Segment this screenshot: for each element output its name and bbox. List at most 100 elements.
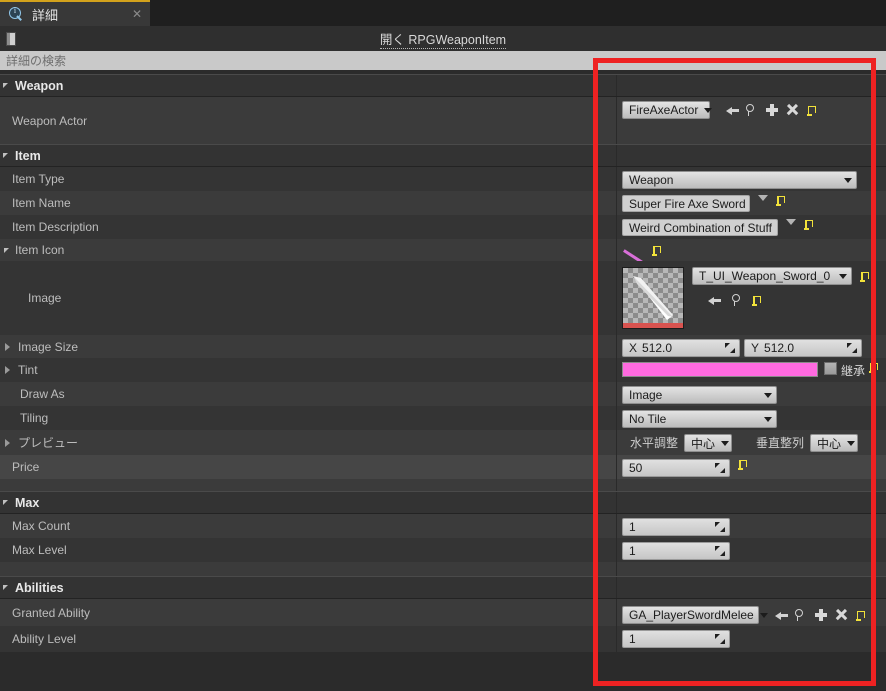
category-header-weapon[interactable]: Weapon [0,74,886,97]
category-header-item[interactable]: Item [0,144,886,167]
clear-x-icon[interactable] [782,101,802,119]
chevron-down-icon[interactable] [4,247,9,253]
chevron-down-icon[interactable] [3,153,8,158]
back-arrow-icon[interactable] [704,291,724,309]
row-label-col: Draw As [0,382,617,406]
category-label-col: Abilities [0,577,617,598]
reset-to-default-icon[interactable] [804,219,815,230]
tab-details[interactable]: 詳細 ✕ [0,0,150,26]
image-size-x-value: 512.0 [642,341,673,355]
browse-magnifier-icon[interactable] [791,606,811,624]
chevron-down-icon[interactable] [3,83,8,88]
chevron-down-icon [839,273,847,279]
category-value-col [617,577,886,598]
item-name-input[interactable]: Super Fire Axe Sword [622,195,750,212]
chevron-right-icon[interactable] [4,366,12,374]
item-description-value: Weird Combination of Stuff [629,220,772,235]
reset-to-default-icon[interactable] [802,101,822,119]
row-label-col: Image [0,261,617,335]
section-spacer [0,562,886,576]
reset-to-default-icon[interactable] [860,271,871,282]
draw-as-value: Image [629,388,663,402]
draw-as-dropdown[interactable]: Image [622,386,777,404]
chevron-right-icon[interactable] [4,342,12,351]
browse-magnifier-icon[interactable] [728,291,748,309]
row-value-col: No Tile [617,406,886,430]
chevron-down-icon[interactable] [3,500,8,505]
spacer-value-col [617,479,886,491]
weapon-actor-picker[interactable]: FireAxeActor [622,101,713,119]
plus-icon[interactable] [762,101,782,119]
row-label-col: Price [0,455,617,479]
horizontal-align-dropdown[interactable]: 中心 [684,434,733,452]
reset-to-default-icon[interactable] [851,606,871,624]
tint-color-swatch[interactable] [622,362,818,377]
plus-icon[interactable] [811,606,831,624]
row-label: Item Description [12,220,99,234]
category-header-abilities[interactable]: Abilities [0,576,886,599]
category-header-max[interactable]: Max [0,491,886,514]
row-label: Item Icon [15,243,65,257]
vertical-align-dropdown[interactable]: 中心 [810,434,859,452]
drag-value-icon[interactable] [715,522,725,532]
chevron-right-icon[interactable] [4,438,12,447]
texture-thumbnail[interactable] [622,267,684,329]
open-asset-link[interactable]: 開く RPGWeaponItem [379,33,507,49]
ability-level-input[interactable]: 1 [622,630,730,648]
image-size-y-input[interactable]: Y 512.0 [744,339,862,357]
close-icon[interactable]: ✕ [110,8,142,20]
row-value-col: Image [617,382,886,406]
category-label-col: Weapon [0,75,617,96]
row-label: Tint [18,363,38,377]
category-value-col [617,492,886,513]
drag-value-icon[interactable] [715,634,725,644]
category-title: Item [15,148,41,163]
search-input[interactable]: 詳細の検索 [0,51,886,70]
drag-value-icon[interactable] [725,343,735,353]
item-type-dropdown[interactable]: Weapon [622,171,857,189]
back-arrow-icon[interactable] [771,606,791,624]
vertical-align-value: 中心 [817,436,842,451]
tiling-dropdown[interactable]: No Tile [622,410,777,428]
texture-picker-dropdown[interactable]: T_UI_Weapon_Sword_0 [692,267,852,285]
chevron-down-icon[interactable] [758,195,768,201]
row-item-icon: Item Icon [0,239,886,261]
back-arrow-icon[interactable] [722,101,742,119]
row-label: Max Count [12,519,71,533]
price-input[interactable]: 50 [622,459,730,477]
browse-magnifier-icon[interactable] [742,101,762,119]
reset-to-default-icon[interactable] [752,295,763,306]
row-draw-as: Draw As Image [0,382,886,406]
toolbar: 開く RPGWeaponItem [0,26,886,51]
row-image-size: Image Size X 512.0 Y 512.0 [0,335,886,358]
clear-x-icon[interactable] [831,606,851,624]
row-value-col: 50 [617,455,886,479]
image-size-x-input[interactable]: X 512.0 [622,339,740,357]
horizontal-align-value: 中心 [691,436,716,451]
max-level-input[interactable]: 1 [622,542,730,560]
reset-to-default-icon[interactable] [776,195,787,206]
document-icon[interactable] [3,30,21,48]
row-value-col: Super Fire Axe Sword [617,191,886,215]
max-count-input[interactable]: 1 [622,518,730,536]
drag-value-icon[interactable] [715,546,725,556]
row-label: プレビュー [18,436,79,450]
row-label: Item Type [12,172,65,186]
chevron-down-icon[interactable] [786,219,796,225]
reset-to-default-icon[interactable] [652,245,663,256]
axis-label-x: X [629,341,638,355]
drag-value-icon[interactable] [715,463,725,473]
item-description-input[interactable]: Weird Combination of Stuff [622,219,778,236]
granted-ability-picker[interactable]: GA_PlayerSwordMelee [622,606,768,624]
reset-to-default-icon[interactable] [738,459,749,470]
search-placeholder: 詳細の検索 [6,54,67,68]
drag-value-icon[interactable] [847,343,857,353]
chevron-down-icon[interactable] [3,585,8,590]
row-value-col: Weapon [617,167,886,191]
row-tiling: Tiling No Tile [0,406,886,430]
chevron-down-icon [844,177,852,183]
inherit-checkbox[interactable] [824,362,837,375]
reset-to-default-icon[interactable] [869,362,880,373]
row-value-col [617,239,886,261]
row-label-col: Item Description [0,215,617,239]
